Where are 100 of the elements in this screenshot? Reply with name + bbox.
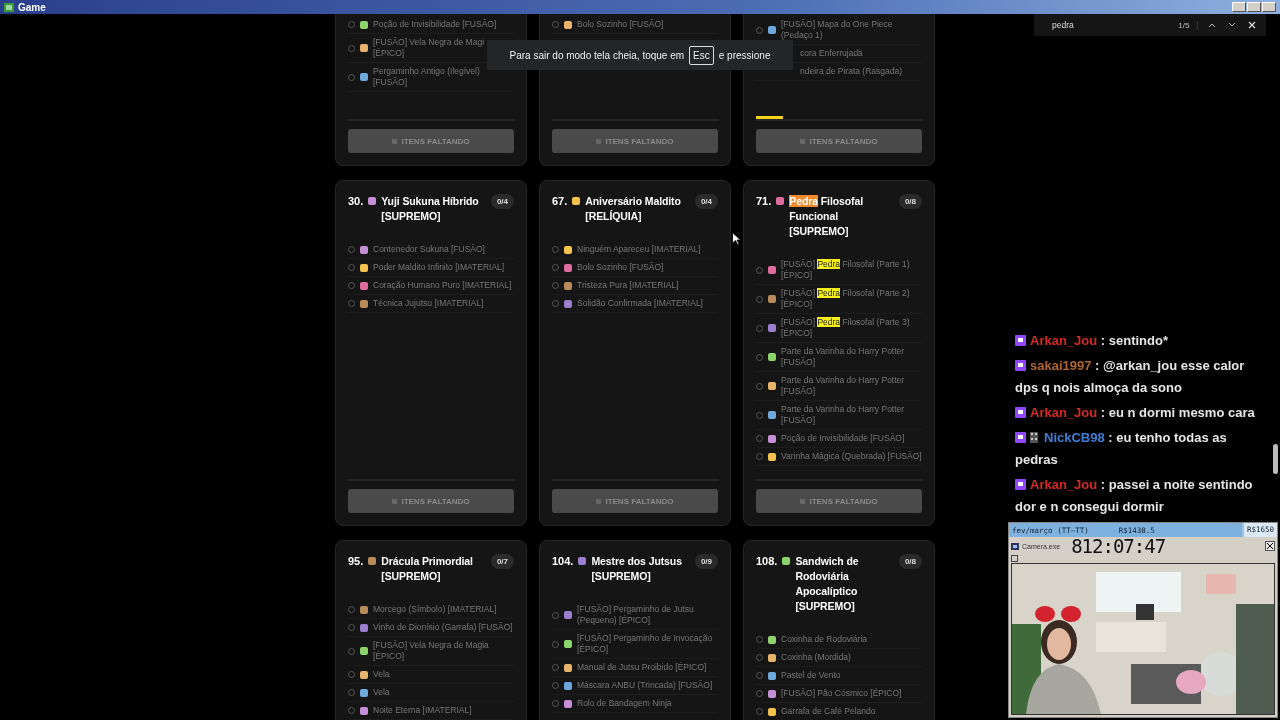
stream-timer: 812:07:47	[1071, 538, 1166, 554]
item-label: Vela	[373, 669, 390, 680]
progress-count: 0/4	[694, 194, 718, 209]
close-button[interactable]	[1265, 541, 1275, 551]
item-icon	[360, 647, 368, 655]
card-number: 30.	[348, 194, 364, 209]
card-title: Mestre dos Jutsus [SUPREMO]	[591, 554, 683, 584]
minimize-button[interactable]	[1232, 2, 1246, 12]
item-icon	[768, 266, 776, 274]
item-label: Morcego (Símbolo) [IMATERIAL]	[373, 604, 497, 615]
missing-items-button[interactable]: ITENS FALTANDO	[348, 489, 514, 513]
close-icon	[1248, 21, 1257, 29]
chat-message: Arkan_Jou : passei a noite sentindo dor e n consegui dormir	[1015, 476, 1254, 516]
item-icon	[564, 611, 572, 619]
progress-count: 0/7	[490, 554, 514, 569]
chevron-up-icon	[1208, 22, 1217, 28]
badge-icon	[1015, 360, 1026, 371]
item-label: [FUSÃO] Mapa do One Piece (Pedaço 1)	[781, 19, 894, 41]
item-label: Manual de Jutsu Proibido [ÉPICO]	[577, 662, 707, 673]
scrollbar-thumb[interactable]	[1273, 444, 1278, 474]
card-title: Yuji Sukuna Híbrido [SUPREMO]	[381, 194, 480, 224]
cursor-icon	[732, 232, 741, 245]
card-number: 108.	[756, 554, 778, 569]
esc-key: Esc	[689, 45, 714, 65]
item-icon	[368, 197, 377, 205]
item-label: cora Enferrujada	[800, 48, 863, 59]
grid-icon	[1030, 432, 1038, 443]
item-label: Vinho de Dionísio (Garrafa) [FUSÃO]	[373, 622, 513, 633]
item-label: Rolo de Bandagem Ninja	[577, 698, 672, 709]
match-count: 1/5	[1178, 20, 1199, 30]
badge-icon	[1015, 432, 1026, 443]
camera-icon	[1011, 542, 1019, 550]
item-label: Técnica Jujutsu [IMATERIAL]	[373, 298, 484, 309]
card-number: 71.	[756, 194, 772, 209]
restore-button[interactable]	[1247, 2, 1261, 12]
item-label: [FUSÃO] Pedra Filosofal (Parte 1) [ÉPICO]	[781, 259, 911, 281]
item-label: Máscara ANBU (Trincada) [FUSÃO]	[577, 680, 713, 691]
item-label: Garrafa de Café Pelando	[781, 706, 876, 717]
item-label: Varinha Mágica (Quebrada) [FUSÃO]	[781, 451, 922, 462]
progress-count: 0/4	[490, 194, 514, 209]
item-icon	[360, 73, 368, 81]
chat-message: NickCB98 : eu tenho todas as pedras	[1015, 429, 1228, 469]
item-icon	[776, 197, 785, 205]
item-label: Poção de Invisibilidade [FUSÃO]	[781, 433, 905, 444]
missing-items-button[interactable]: ITENS FALTANDO	[552, 129, 718, 153]
item-label: Coração Humano Puro [IMATERIAL]	[373, 280, 512, 291]
item-label: Parte da Varinha do Harry Potter [FUSÃO]	[781, 375, 906, 397]
chat-message: sakai1997 : @arkan_jou esse calor dps q nois almoça da sono	[1015, 357, 1246, 397]
item-label: Solidão Confirmada [IMATERIAL]	[577, 298, 703, 309]
notice-text: Para sair do modo tela cheia, toque em	[509, 49, 685, 61]
missing-items-button[interactable]: ITENS FALTANDO	[348, 129, 514, 153]
notice-text: e pressione	[718, 49, 771, 61]
item-icon	[368, 557, 377, 565]
item-icon	[782, 557, 791, 565]
item-label: ndeira de Pirata (Rasgada)	[800, 66, 903, 77]
item-label: Pergaminho Antigo (Ilegível) [FUSÃO]	[373, 66, 481, 88]
item-label: Tristeza Pura [IMATERIAL]	[577, 280, 679, 291]
card-number: 95.	[348, 554, 364, 569]
missing-items-button[interactable]: ITENS FALTANDO	[756, 129, 922, 153]
chat-message: Arkan_Jou : sentindo*	[1015, 330, 1266, 352]
item-label: Parte da Varinha do Harry Potter [FUSÃO]	[781, 346, 906, 368]
missing-items-button[interactable]: ITENS FALTANDO	[552, 489, 718, 513]
missing-items-button[interactable]: ITENS FALTANDO	[756, 489, 922, 513]
find-field[interactable]: pedra	[1052, 20, 1171, 30]
item-icon	[360, 44, 368, 52]
chat-message: Arkan_Jou : eu n dormi mesmo cara	[1015, 402, 1266, 424]
card-title: Pedra Filosofal Funcional [SUPREMO]	[789, 194, 865, 239]
item-label: Coxinha (Mordida)	[781, 652, 851, 663]
item-label: [FUSÃO] Pergaminho de Invocação [ÉPICO]	[577, 633, 714, 655]
close-button[interactable]	[1246, 19, 1258, 31]
item-icon	[768, 295, 776, 303]
item-label: Pastel de Vento	[781, 670, 841, 681]
item-icon	[768, 411, 776, 419]
progress-count: 0/9	[694, 554, 718, 569]
item-icon	[360, 20, 368, 29]
card-title: Drácula Primordial [SUPREMO]	[381, 554, 474, 584]
item-label: [FUSÃO] Pergaminho de Jutsu (Pequeno) [ÉPICO]	[577, 604, 695, 626]
item-icon	[768, 353, 776, 361]
chevron-down-icon	[1228, 22, 1237, 28]
item-label: Noite Eterna [IMATERIAL]	[373, 705, 472, 716]
item-label: [FUSÃO] Pedra Filosofal (Parte 2) [ÉPICO]	[781, 288, 911, 310]
item-icon	[768, 26, 776, 34]
card-title: Sandwich de Rodoviária Apocalíptico [SUPREMO]	[795, 554, 860, 614]
close-icon	[1267, 543, 1273, 549]
item-icon	[572, 197, 581, 205]
item-label: Vela	[373, 687, 390, 698]
item-icon	[768, 324, 776, 332]
item-label: [FUSÃO] Vela Negra de Magia [ÉPICO]	[373, 640, 490, 662]
item-label: [FUSÃO] Pão Cósmico [ÉPICO]	[781, 688, 902, 699]
item-icon	[564, 640, 572, 648]
window-title: Game	[18, 1, 46, 13]
item-icon	[768, 382, 776, 390]
item-label: Coxinha de Rodoviária	[781, 634, 867, 645]
badge-icon	[1015, 335, 1026, 346]
card-title: Aniversário Maldito [RELÍQUIA]	[585, 194, 682, 224]
item-label: Bolo Sozinho [FUSÃO]	[577, 262, 664, 273]
tool-icon	[1011, 555, 1020, 562]
item-label: Parte da Varinha do Harry Potter [FUSÃO]	[781, 404, 906, 426]
item-label: Contenedor Sukuna [FUSÃO]	[373, 244, 485, 255]
progress-count: 0/8	[898, 554, 922, 569]
